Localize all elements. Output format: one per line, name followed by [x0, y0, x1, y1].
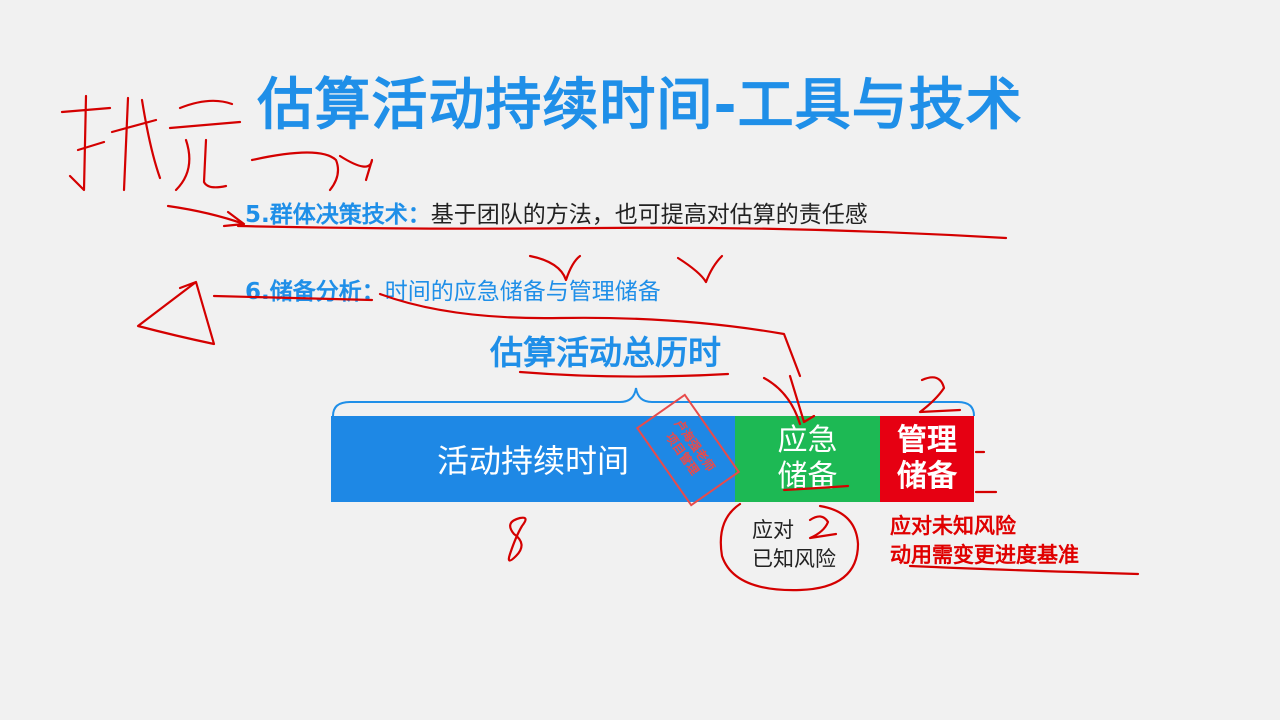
segment-line: 管理 — [897, 423, 957, 458]
contingency-note: 应对 已知风险 — [752, 516, 836, 574]
management-note: 应对未知风险 动用需变更进度基准 — [890, 512, 1079, 570]
note-line: 已知风险 — [752, 547, 836, 571]
note-line: 应对未知风险 — [890, 514, 1016, 538]
contingency-reserve-segment: 应急 储备 — [735, 416, 880, 502]
segment-line: 储备 — [777, 459, 838, 494]
note-line: 动用需变更进度基准 — [890, 543, 1079, 567]
segment-line: 应急 — [777, 423, 838, 458]
segment-line: 储备 — [897, 459, 957, 494]
brace-icon — [332, 387, 975, 417]
note-line: 应对 — [752, 518, 794, 542]
management-reserve-segment: 管理 储备 — [880, 416, 974, 502]
